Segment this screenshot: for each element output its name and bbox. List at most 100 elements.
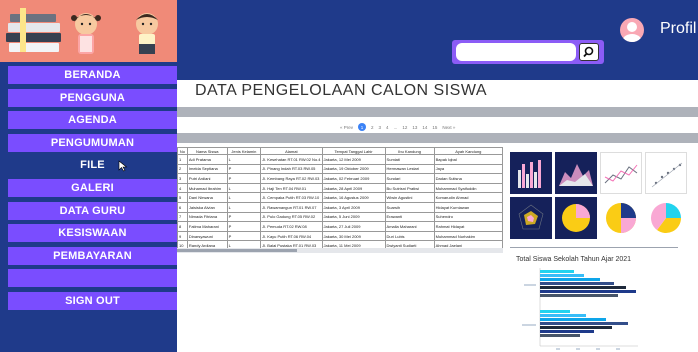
table-cell: Jl. Pemuda RT.02 RW.08 [260, 221, 323, 232]
table-cell: 2 [177, 163, 188, 175]
table-cell: Dani Nirwana [186, 192, 228, 203]
table-cell: Jl. Pulo Gadung RT.05 RW.02 [260, 211, 323, 223]
table-cell: Jakarta, 16 Agustus 2009 [321, 192, 386, 203]
table-cell: L [226, 192, 262, 203]
menu-label: SIGN OUT [65, 294, 120, 307]
table-cell: Muhammad Nurhakim [433, 230, 503, 242]
table-row[interactable]: 5 Dani Nirwana L Jl. Cempaka Putih RT.03 RW… [177, 192, 503, 203]
menu-sign-out[interactable]: SIGN OUT [8, 291, 177, 310]
chart-thumb-pie[interactable] [555, 197, 597, 239]
chart-separator [510, 247, 678, 248]
menu-galeri[interactable]: GALERI [8, 178, 177, 197]
menu-label: PENGUMUMAN [50, 136, 135, 149]
page-title: DATA PENGELOLAAN CALON SISWA [195, 82, 487, 99]
table-cell: Muhammad Syaifuddin [433, 182, 503, 194]
table-cell: 4 [177, 182, 188, 194]
chart-thumb-radar[interactable] [510, 197, 552, 239]
table-cell: Jl. Kembang Raya RT.02 RW.03 [260, 173, 323, 184]
pager-next[interactable]: Next » [442, 125, 455, 130]
search-bar [452, 40, 604, 64]
pager-page[interactable]: 2 [371, 125, 374, 130]
table-cell: Jl. Cempaka Putih RT.03 RW.10 [260, 192, 323, 203]
scroll-thumb[interactable] [177, 249, 297, 252]
table-cell: Jakarta, 30 Mei 2009 [321, 230, 386, 242]
table-cell: Jakarta, 19 Oktober 2009 [321, 163, 386, 175]
chart-thumb-area[interactable] [555, 152, 597, 194]
menu-file[interactable]: FILE [8, 156, 177, 175]
table-cell: Fatima Maharani [186, 221, 228, 232]
student-table-container: No Nama Siswa Jenis Kelamin Alamat Tempa… [177, 147, 503, 253]
table-cell: Jl. Kesehatan RT.01 RW.02 No.4 [260, 154, 323, 165]
table-cell: Jakarta, 12 Mei 2009 [321, 154, 386, 165]
table-row[interactable]: 2 Imelda Septiana P Jl. Pinang Indah RT.03 … [177, 163, 503, 175]
col-jk: Jenis Kelamin [226, 147, 262, 155]
table-cell: 1 [177, 154, 188, 165]
table-cell: Sundari [384, 173, 435, 184]
pager-page[interactable]: 12 [402, 125, 407, 130]
hbar-chart [520, 266, 640, 352]
pagination: « Prev 1 2 3 4 ... 12 13 14 15 Next » [340, 122, 455, 132]
menu-beranda[interactable]: BERANDA [8, 66, 177, 84]
menu-agenda[interactable]: AGENDA [8, 111, 177, 130]
table-cell: Amalia Maharani [384, 221, 435, 232]
table-cell: 7 [177, 211, 188, 223]
chart-thumb-pie-3[interactable] [645, 197, 687, 239]
table-cell: Suhendro [433, 211, 503, 223]
table-row[interactable]: 7 Nimada Fitriana P Jl. Pulo Gadung RT.05 R… [177, 211, 503, 223]
menu-pengguna[interactable]: PENGGUNA [8, 88, 177, 107]
table-row[interactable]: 3 Putri Ardiani P Jl. Kembang Raya RT.02 RW… [177, 173, 503, 184]
search-button[interactable] [579, 43, 599, 61]
sidebar-menu: BERANDA PENGGUNA AGENDA PENGUMUMAN FILE … [8, 66, 177, 315]
menu-label: KESISWAAN [58, 227, 127, 240]
search-icon [583, 46, 594, 58]
pager-page[interactable]: 3 [379, 125, 382, 130]
menu-label: BERANDA [64, 69, 121, 81]
table-cell: L [226, 182, 262, 194]
table-scrollbar[interactable] [177, 248, 503, 253]
table-row[interactable]: 9 Dinarsyawuni P Jl. Kayu Putih RT.06 RW.04… [177, 230, 503, 242]
pager-page-current[interactable]: 1 [358, 123, 367, 131]
table-cell: 8 [177, 221, 188, 232]
pager-page[interactable]: 13 [412, 125, 417, 130]
table-row[interactable]: 1 Adi Pratama L Jl. Kesehatan RT.01 RW.02 N… [177, 154, 503, 165]
search-input[interactable] [456, 43, 576, 61]
pager-page[interactable]: 14 [422, 125, 427, 130]
menu-pengumuman[interactable]: PENGUMUMAN [8, 133, 177, 152]
table-cell: Jaya [433, 163, 503, 175]
menu-label: AGENDA [68, 114, 117, 127]
cursor-icon [118, 160, 128, 172]
col-alamat: Alamat [260, 147, 323, 155]
table-cell: Erawanti [384, 211, 435, 223]
pager-page[interactable]: 4 [386, 125, 389, 130]
table-row[interactable]: 6 Jaisiska Alvian L Jl. Rawamangun RT.01 RW… [177, 201, 503, 213]
table-cell: L [226, 154, 262, 165]
menu-pembayaran[interactable]: PEMBAYARAN [8, 246, 177, 265]
chart-thumb-line[interactable] [600, 152, 642, 194]
menu-empty[interactable] [8, 269, 177, 288]
table-cell: Dinarsyawuni [186, 230, 228, 242]
table-cell: Muhamad Ibrahim [186, 182, 228, 194]
chart-thumb-scatter[interactable] [645, 152, 687, 194]
table-row[interactable]: 4 Muhamad Ibrahim L Jl. Haji Ten RT.04 RW.0… [177, 182, 503, 194]
table-cell: Duri Lubis [384, 230, 435, 242]
profile-link[interactable]: Profil [660, 20, 696, 38]
menu-kesiswaan[interactable]: KESISWAAN [8, 224, 177, 243]
menu-label: DATA GURU [59, 204, 126, 217]
table-cell: 5 [177, 192, 188, 203]
user-avatar-icon[interactable] [620, 18, 644, 42]
table-cell: Dadan Sutisna [433, 173, 503, 184]
table-cell: Wiwin Agustini [384, 192, 435, 203]
menu-data-guru[interactable]: DATA GURU [8, 201, 177, 220]
table-cell: Komarudin Ahmad [433, 192, 503, 203]
table-cell: Putri Ardiani [186, 173, 228, 184]
table-cell: Jl. Haji Ten RT.04 RW.01 [260, 182, 323, 194]
menu-label: FILE [80, 159, 105, 172]
chart-thumb-pie-2[interactable] [600, 197, 642, 239]
chart-thumb-bar[interactable] [510, 152, 552, 194]
menu-label: PENGGUNA [59, 91, 126, 104]
pager-prev[interactable]: « Prev [340, 125, 353, 130]
table-cell: Jakarta, 02 Februari 2009 [321, 173, 386, 184]
col-nama: Nama Siswa [186, 147, 228, 155]
pager-page[interactable]: 15 [432, 125, 437, 130]
table-row[interactable]: 8 Fatima Maharani P Jl. Pemuda RT.02 RW.08 J… [177, 221, 503, 232]
